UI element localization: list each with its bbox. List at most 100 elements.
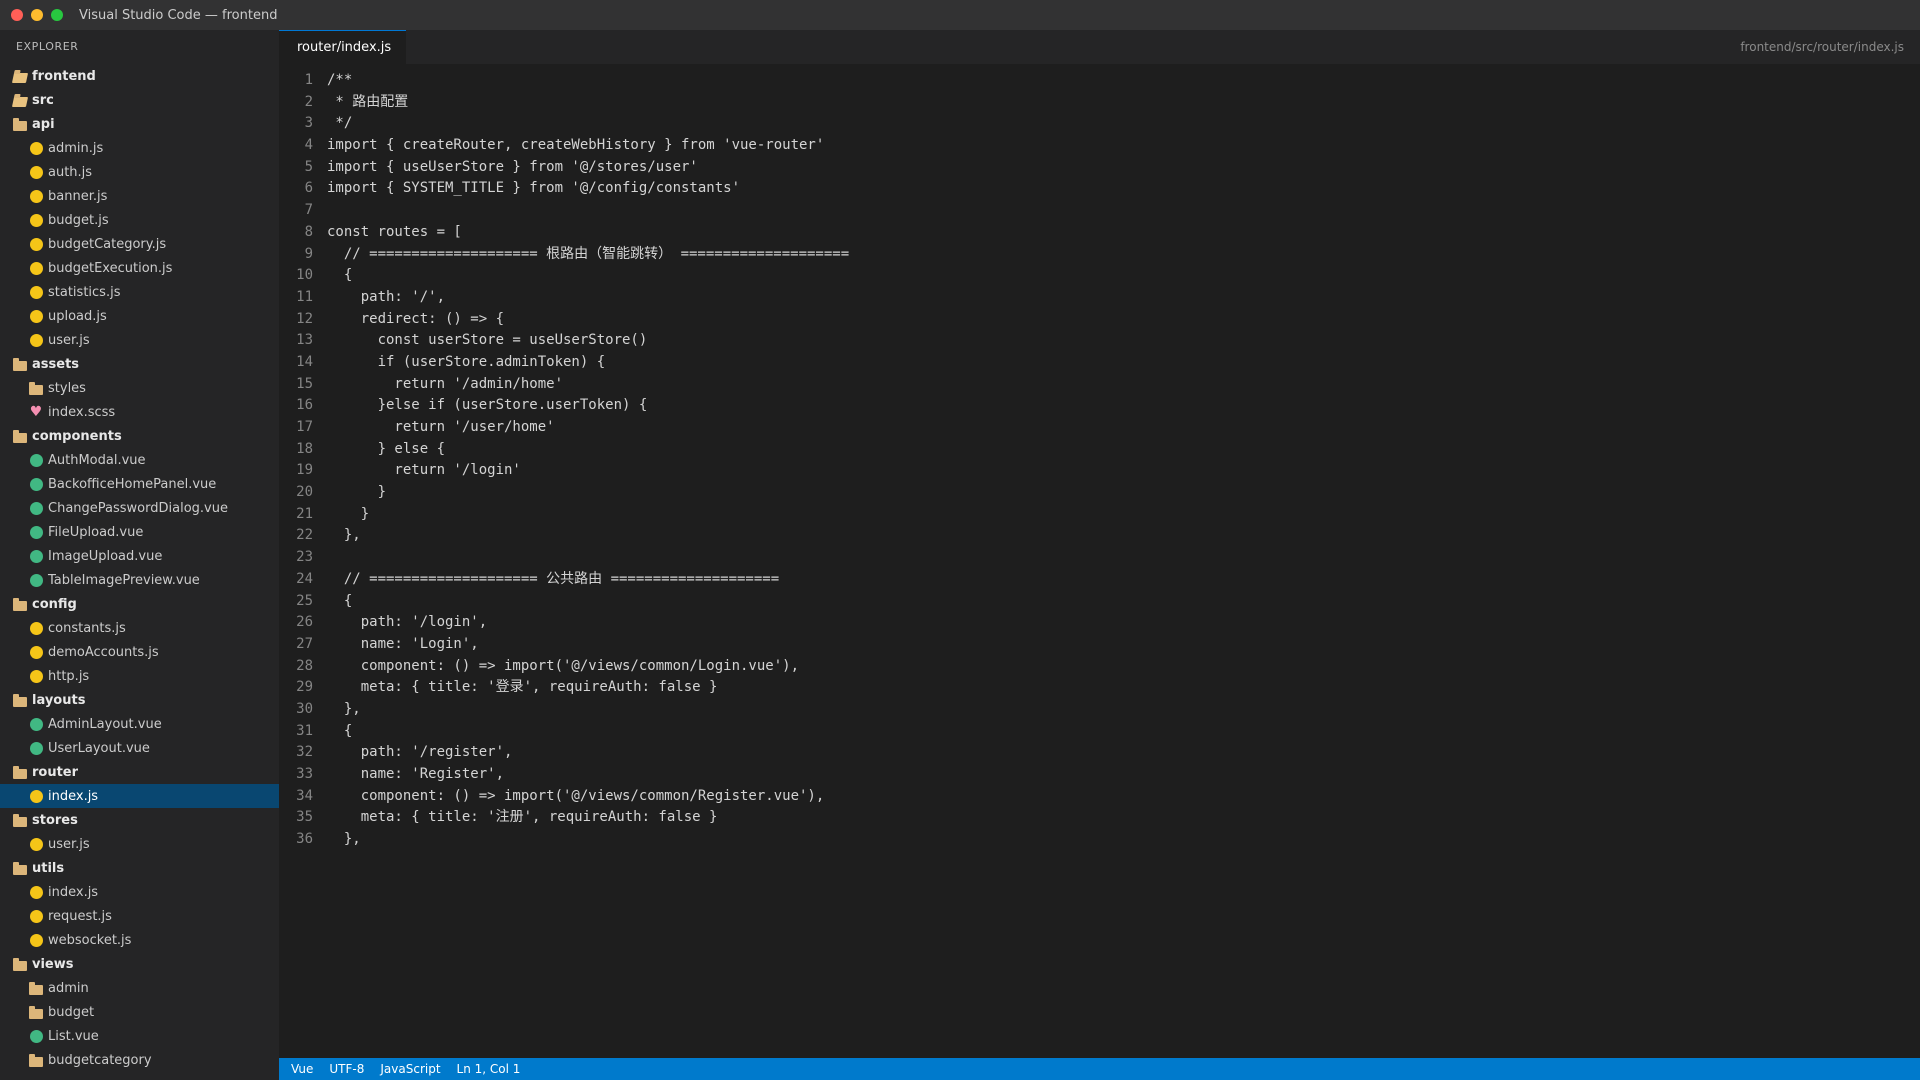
close-window-button[interactable] xyxy=(11,9,23,21)
tree-item-label: api xyxy=(32,116,55,132)
file-item[interactable]: websocket.js xyxy=(0,928,279,952)
file-item[interactable]: banner.js xyxy=(0,184,279,208)
line-number: 11 xyxy=(296,288,313,305)
folder-item[interactable]: assets xyxy=(0,352,279,376)
folder-item[interactable]: components xyxy=(0,424,279,448)
folder-item[interactable]: layouts xyxy=(0,688,279,712)
file-item[interactable]: upload.js xyxy=(0,304,279,328)
file-item[interactable]: http.js xyxy=(0,664,279,688)
file-item[interactable]: budgetExecution.js xyxy=(0,256,279,280)
folder-item[interactable]: budgetcategory xyxy=(0,1048,279,1072)
tree-item-label: index.scss xyxy=(48,404,116,420)
folder-item[interactable]: admin xyxy=(0,976,279,1000)
file-item[interactable]: statistics.js xyxy=(0,280,279,304)
code-text: name: 'Register', xyxy=(327,766,505,782)
code-text: } else { xyxy=(327,440,446,457)
code-text: }, xyxy=(327,831,361,848)
file-item[interactable]: budgetCategory.js xyxy=(0,232,279,256)
status-cursor-position[interactable]: Ln 1, Col 1 xyxy=(457,1062,521,1076)
tree-item-label: request.js xyxy=(48,908,112,924)
tree-item-label: user.js xyxy=(48,332,90,348)
file-item[interactable]: budget.js xyxy=(0,208,279,232)
file-item[interactable]: user.js xyxy=(0,328,279,352)
file-item[interactable]: BackofficeHomePanel.vue xyxy=(0,472,279,496)
file-item[interactable]: auth.js xyxy=(0,160,279,184)
file-item[interactable]: AuthModal.vue xyxy=(0,448,279,472)
file-item[interactable]: AdminLayout.vue xyxy=(0,712,279,736)
code-text: const userStore = useUserStore() xyxy=(327,332,648,349)
file-item[interactable]: constants.js xyxy=(0,616,279,640)
folder-item[interactable]: router xyxy=(0,760,279,784)
status-encoding[interactable]: UTF-8 xyxy=(329,1062,364,1076)
folder-item[interactable]: budget xyxy=(0,1000,279,1024)
tab-router-index-js[interactable]: router/index.js xyxy=(279,30,406,64)
code-text: }, xyxy=(327,700,361,717)
code-line: 32 path: '/register', xyxy=(279,742,1920,764)
line-number: 19 xyxy=(296,462,313,479)
file-item[interactable]: request.js xyxy=(0,904,279,928)
line-number: 5 xyxy=(304,158,313,175)
minimize-window-button[interactable] xyxy=(31,9,43,21)
folder-icon xyxy=(12,956,28,972)
tree-item-label: FileUpload.vue xyxy=(48,524,144,540)
tree-item-label: ImageUpload.vue xyxy=(48,548,163,564)
file-item[interactable]: FileUpload.vue xyxy=(0,520,279,544)
status-bar: Vue UTF-8 JavaScript Ln 1, Col 1 xyxy=(279,1058,1920,1080)
tree-item-label: BackofficeHomePanel.vue xyxy=(48,476,217,492)
file-item[interactable]: List.vue xyxy=(0,1024,279,1048)
folder-item[interactable]: frontend xyxy=(0,64,279,88)
file-item[interactable]: TableImagePreview.vue xyxy=(0,568,279,592)
folder-icon xyxy=(12,428,28,444)
code-text: component: () => import('@/views/common/… xyxy=(327,787,825,804)
code-text: { xyxy=(327,267,353,284)
code-editor[interactable]: 1/** 2 * 路由配置 3 */4 import { createRouter, … xyxy=(279,64,1920,1058)
tree-item-label: budgetcategory xyxy=(48,1052,152,1068)
file-item[interactable]: index.js xyxy=(0,880,279,904)
code-line: 11 path: '/', xyxy=(279,287,1920,309)
tree-item-label: config xyxy=(32,596,77,612)
vue-file-icon xyxy=(28,1028,44,1044)
code-line: 31 { xyxy=(279,721,1920,743)
folder-item[interactable]: styles xyxy=(0,376,279,400)
code-line: 19 return '/login' xyxy=(279,460,1920,482)
folder-open-icon xyxy=(11,68,29,84)
file-item[interactable]: demoAccounts.js xyxy=(0,640,279,664)
tree-item-label: budget xyxy=(48,1004,95,1020)
folder-item[interactable]: api xyxy=(0,112,279,136)
line-number: 31 xyxy=(296,722,313,739)
line-number: 26 xyxy=(296,614,313,631)
status-language-mode[interactable]: Vue xyxy=(291,1062,313,1076)
folder-item[interactable]: utils xyxy=(0,856,279,880)
code-line: 8 const routes = [ xyxy=(279,222,1920,244)
code-line: 34 component: () => import('@/views/comm… xyxy=(279,786,1920,808)
file-item[interactable]: index.js xyxy=(0,784,279,808)
folder-item[interactable]: stores xyxy=(0,808,279,832)
tree-item-label: AuthModal.vue xyxy=(48,452,146,468)
folder-item[interactable]: config xyxy=(0,592,279,616)
folder-item[interactable]: views xyxy=(0,952,279,976)
file-item[interactable]: ImageUpload.vue xyxy=(0,544,279,568)
maximize-window-button[interactable] xyxy=(51,9,63,21)
tree-item-label: upload.js xyxy=(48,308,107,324)
code-text: path: '/', xyxy=(327,288,446,305)
tree-item-label: ChangePasswordDialog.vue xyxy=(48,500,228,516)
file-item[interactable]: admin.js xyxy=(0,136,279,160)
code-line: 24 // ==================== 公共路由 ========… xyxy=(279,569,1920,591)
file-item[interactable]: ChangePasswordDialog.vue xyxy=(0,496,279,520)
folder-icon xyxy=(12,812,28,828)
line-number: 28 xyxy=(296,657,313,674)
status-file-type[interactable]: JavaScript xyxy=(380,1062,440,1076)
tree-item-label: TableImagePreview.vue xyxy=(48,572,200,588)
line-number: 7 xyxy=(304,202,313,219)
code-line: 22 }, xyxy=(279,525,1920,547)
file-item[interactable]: user.js xyxy=(0,832,279,856)
js-file-icon xyxy=(28,308,44,324)
folder-item[interactable]: src xyxy=(0,88,279,112)
scss-file-icon: ♥ xyxy=(29,404,43,420)
file-item[interactable]: UserLayout.vue xyxy=(0,736,279,760)
tree-item-label: user.js xyxy=(48,836,90,852)
breadcrumb[interactable]: frontend/src/router/index.js xyxy=(1740,30,1904,64)
file-item[interactable]: ♥ index.scss xyxy=(0,400,279,424)
explorer-title: EXPLORER xyxy=(16,40,79,53)
code-text: meta: { title: '登录', requireAuth: false … xyxy=(327,679,718,696)
